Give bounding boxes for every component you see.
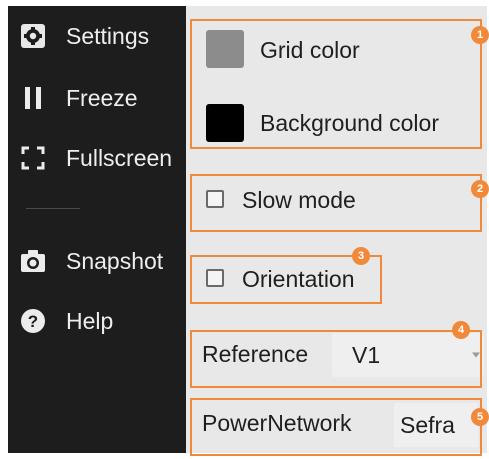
svg-text:?: ? bbox=[28, 312, 38, 331]
sidebar-item-label: Freeze bbox=[66, 84, 138, 111]
annotation-box-4 bbox=[190, 330, 482, 388]
camera-icon bbox=[20, 248, 46, 274]
help-icon: ? bbox=[20, 308, 46, 334]
sidebar-item-snapshot[interactable]: Snapshot bbox=[8, 241, 196, 281]
sidebar-item-fullscreen[interactable]: Fullscreen bbox=[8, 138, 196, 178]
annotation-badge-4: 4 bbox=[452, 321, 470, 339]
annotation-badge-5: 5 bbox=[471, 408, 489, 426]
annotation-badge-3: 3 bbox=[352, 247, 370, 265]
sidebar-item-freeze[interactable]: Freeze bbox=[8, 78, 196, 118]
pause-icon bbox=[20, 85, 46, 111]
gear-icon bbox=[20, 23, 46, 49]
sidebar-item-label: Help bbox=[66, 307, 114, 334]
annotation-badge-2: 2 bbox=[471, 180, 489, 198]
sidebar-divider bbox=[26, 208, 80, 209]
fullscreen-icon bbox=[20, 145, 46, 171]
sidebar-item-label: Snapshot bbox=[66, 247, 164, 274]
annotation-box-2 bbox=[190, 174, 482, 232]
sidebar-item-label: Settings bbox=[66, 22, 150, 49]
screenshot-stage: Settings Freeze Fullscreen Snapshot ? He… bbox=[0, 0, 489, 459]
annotation-badge-1: 1 bbox=[471, 26, 489, 44]
annotation-box-3 bbox=[190, 255, 382, 304]
annotation-box-1 bbox=[190, 19, 482, 149]
sidebar-item-settings[interactable]: Settings bbox=[8, 16, 196, 56]
sidebar-menu: Settings Freeze Fullscreen Snapshot ? He… bbox=[8, 6, 196, 453]
annotation-box-5 bbox=[190, 398, 482, 456]
sidebar-item-help[interactable]: ? Help bbox=[8, 301, 196, 341]
sidebar-item-label: Fullscreen bbox=[66, 144, 173, 171]
